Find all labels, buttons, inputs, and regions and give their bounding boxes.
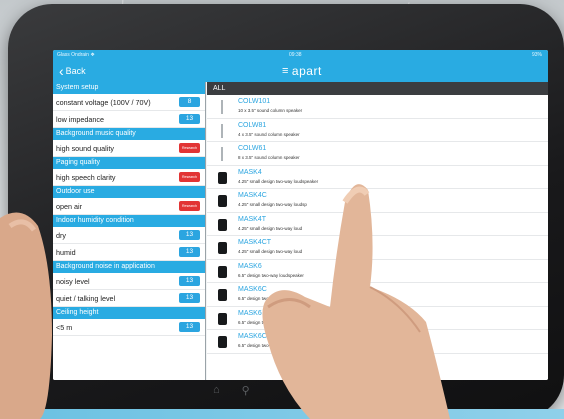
filter-option[interactable]: noisy level 13 bbox=[53, 273, 205, 290]
filter-panel: System setup constant voltage (100V / 70V… bbox=[53, 82, 206, 380]
filter-option-label: quiet / talking level bbox=[56, 294, 116, 303]
speaker-thumbnail bbox=[218, 312, 227, 325]
count-badge: 13 bbox=[179, 114, 200, 124]
navigation-bar: ‹ Back ≡ apart bbox=[53, 60, 548, 82]
product-description: 4 x 3.5" sound column speaker bbox=[238, 131, 300, 137]
count-badge: 13 bbox=[179, 247, 200, 257]
count-badge: 8 bbox=[179, 97, 200, 107]
filter-option-label: low impedance bbox=[56, 115, 104, 124]
filter-option[interactable]: quiet / talking level 13 bbox=[53, 290, 205, 307]
filter-option-label: noisy level bbox=[56, 277, 90, 286]
column-speaker-thumbnail bbox=[221, 123, 223, 138]
product-name: COLW61 bbox=[238, 145, 267, 152]
clock: 09:38 bbox=[289, 52, 302, 58]
product-description: 8 x 3.5" sound column speaker bbox=[238, 155, 300, 160]
speaker-thumbnail bbox=[218, 242, 227, 254]
product-row[interactable]: COLW61 8 x 3.5" sound column speaker bbox=[207, 142, 548, 166]
app-logo: ≡ apart bbox=[282, 65, 322, 77]
product-list-header: ALL bbox=[207, 82, 548, 95]
hamburger-menu-icon[interactable]: ≡ bbox=[282, 65, 289, 77]
count-badge: Research bbox=[179, 172, 200, 182]
filter-option[interactable]: low impedance 13 bbox=[53, 111, 205, 128]
column-speaker-thumbnail bbox=[221, 100, 223, 114]
status-bar: Glass Ondrain ❖ 09:38 93% bbox=[53, 50, 548, 60]
filter-option[interactable]: open air Research bbox=[53, 198, 205, 215]
product-row[interactable]: COLW81 4 x 3.5" sound column speaker bbox=[207, 119, 548, 142]
speaker-thumbnail bbox=[218, 171, 227, 184]
logo-text: apart bbox=[291, 64, 322, 78]
section-header: Indoor humidity condition bbox=[53, 215, 205, 227]
section-header: Paging quality bbox=[53, 157, 205, 169]
back-button[interactable]: ‹ Back bbox=[59, 63, 86, 79]
filter-option[interactable]: dry 13 bbox=[53, 227, 205, 244]
section-header: Background music quality bbox=[53, 128, 205, 140]
product-name: COLW101 bbox=[238, 98, 271, 105]
section-header: Ceiling height bbox=[53, 307, 205, 319]
count-badge: 13 bbox=[179, 230, 200, 240]
count-badge: 13 bbox=[179, 322, 200, 332]
speaker-thumbnail bbox=[218, 265, 227, 278]
speaker-thumbnail bbox=[218, 336, 227, 348]
battery-label: 93% bbox=[531, 52, 542, 58]
back-label: Back bbox=[65, 66, 86, 76]
section-header: System setup bbox=[53, 82, 205, 94]
filter-option-label: high speech clarity bbox=[56, 173, 116, 182]
left-hand bbox=[0, 212, 52, 419]
speaker-thumbnail bbox=[218, 218, 227, 231]
count-badge: Research bbox=[179, 143, 200, 153]
count-badge: Research bbox=[179, 201, 200, 211]
speaker-thumbnail bbox=[218, 289, 227, 301]
filter-option[interactable]: constant voltage (100V / 70V) 8 bbox=[53, 94, 205, 111]
filter-option-label: constant voltage (100V / 70V) bbox=[56, 98, 151, 107]
count-badge: 13 bbox=[179, 276, 200, 286]
product-description: 10 x 3.5" sound column speaker bbox=[238, 108, 303, 113]
filter-option[interactable]: high speech clarity Research bbox=[53, 169, 205, 186]
filter-option-label: high sound quality bbox=[56, 144, 114, 153]
chevron-left-icon: ‹ bbox=[59, 63, 64, 79]
count-badge: 13 bbox=[179, 293, 200, 303]
filter-option[interactable]: humid 13 bbox=[53, 244, 205, 261]
column-speaker-thumbnail bbox=[221, 147, 223, 161]
section-header: Outdoor use bbox=[53, 186, 205, 198]
section-header: Background noise in application bbox=[53, 261, 205, 273]
home-bar: ⌂ ⚲ bbox=[213, 384, 250, 397]
filter-option[interactable]: high sound quality Research bbox=[53, 140, 205, 157]
right-hand bbox=[262, 184, 450, 419]
speaker-thumbnail bbox=[218, 195, 227, 207]
search-icon[interactable]: ⚲ bbox=[242, 384, 250, 397]
product-name: COLW81 bbox=[238, 121, 267, 129]
carrier-label: Glass Ondrain ❖ bbox=[57, 52, 95, 58]
home-icon[interactable]: ⌂ bbox=[213, 384, 220, 397]
filter-option[interactable]: <5 m 13 bbox=[53, 319, 205, 336]
product-row[interactable]: COLW101 10 x 3.5" sound column speaker bbox=[207, 95, 548, 119]
